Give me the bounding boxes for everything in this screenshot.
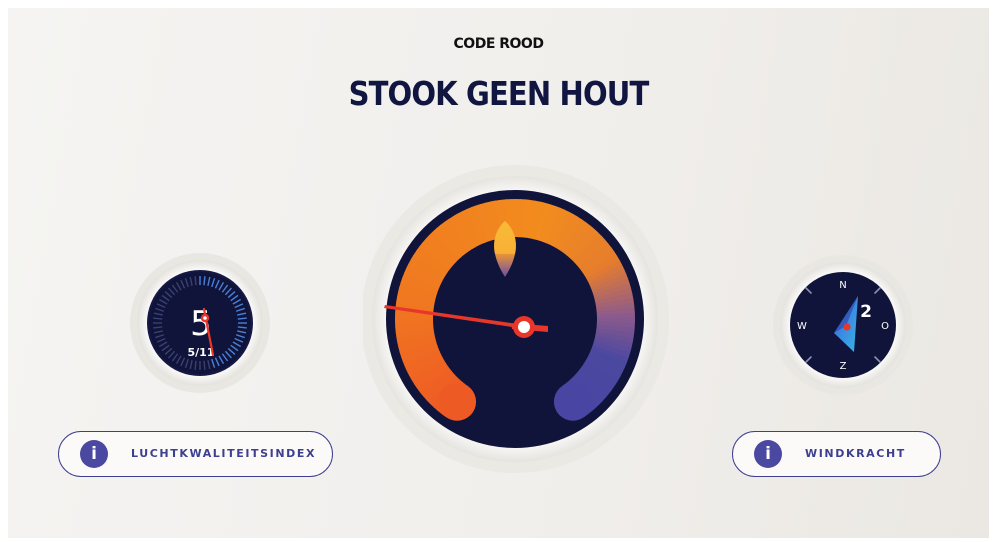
info-icon: i bbox=[754, 440, 782, 468]
wind-button-label: WINDKRACHT bbox=[805, 447, 906, 460]
compass-center-dot bbox=[843, 323, 851, 331]
gauge-arc-cap bbox=[553, 382, 592, 421]
main-panel: CODE ROOD STOOK GEEN HOUT 5 5/11 N O Z W… bbox=[8, 8, 989, 538]
air-quality-info-button[interactable]: i LUCHTKWALITEITSINDEX bbox=[58, 431, 333, 477]
info-icon: i bbox=[80, 440, 108, 468]
air-quality-dial: 5 5/11 bbox=[128, 251, 272, 395]
air-quality-scale-text: 5/11 bbox=[188, 346, 215, 359]
scale-tick bbox=[237, 326, 247, 329]
compass-north: N bbox=[839, 280, 846, 291]
scale-tick bbox=[203, 360, 206, 370]
alert-code: CODE ROOD bbox=[453, 36, 544, 52]
air-quality-button-label: LUCHTKWALITEITSINDEX bbox=[131, 447, 317, 460]
scale-tick bbox=[194, 360, 197, 370]
wind-force-value: 2 bbox=[860, 302, 872, 322]
scale-tick bbox=[237, 317, 247, 320]
wind-info-button[interactable]: i WINDKRACHT bbox=[732, 431, 941, 477]
compass-west: W bbox=[797, 321, 807, 332]
scale-tick bbox=[153, 317, 163, 320]
main-gauge bbox=[363, 164, 673, 474]
gauge-arc-cap bbox=[438, 382, 477, 421]
scale-tick bbox=[194, 276, 197, 286]
compass-south: Z bbox=[840, 361, 847, 372]
scale-tick bbox=[153, 326, 163, 329]
wind-compass: N O Z W 2 bbox=[771, 253, 915, 397]
scale-tick bbox=[203, 276, 206, 286]
compass-east: O bbox=[881, 321, 889, 332]
page-title: STOOK GEEN HOUT bbox=[348, 74, 650, 113]
